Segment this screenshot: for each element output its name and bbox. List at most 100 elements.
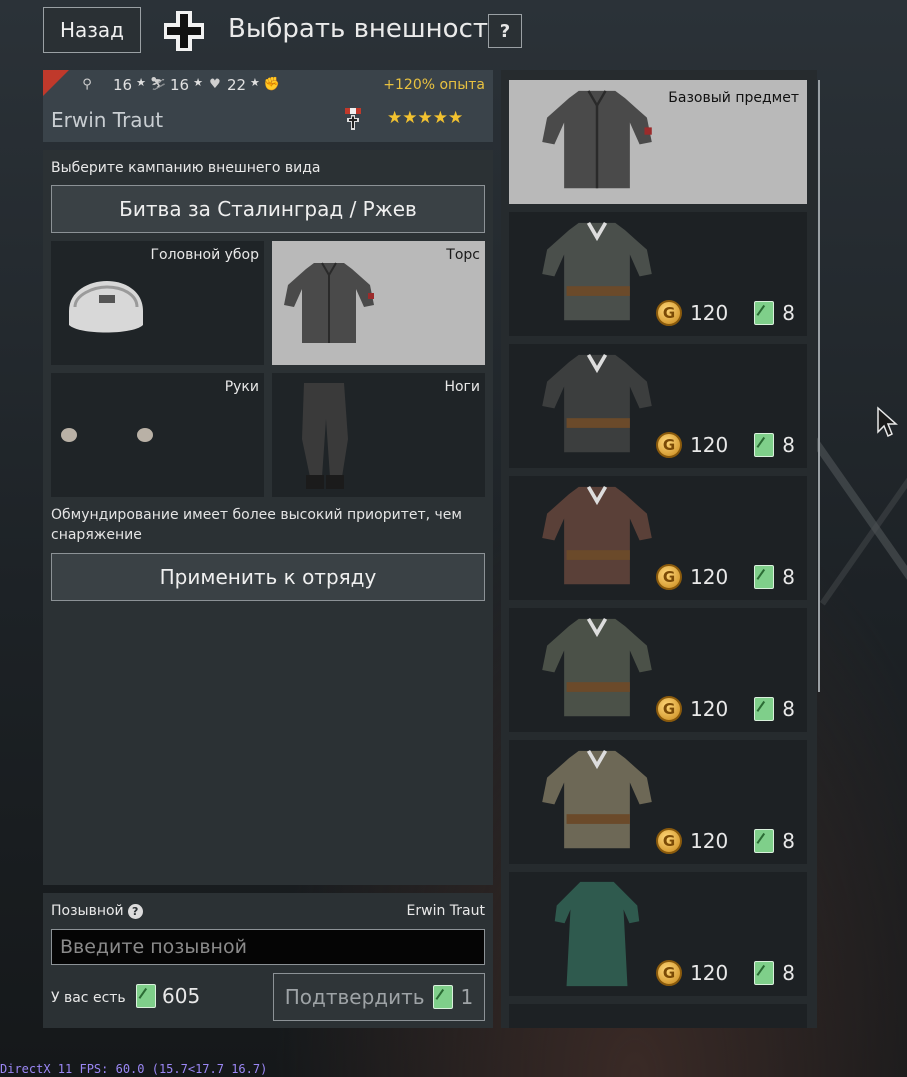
slot-label: Руки	[224, 379, 259, 395]
item-price: G 120 8	[656, 300, 795, 326]
list-item[interactable]: G 120 8	[509, 872, 807, 996]
soldier-header: ⚲ 16 ★ ⛷ 16 ★ ♥ 22 ★ ✊ +120% опыта Erwin Tr…	[43, 70, 493, 142]
gold-price: 120	[690, 697, 729, 721]
ticket-icon	[432, 985, 453, 1009]
ticket-icon	[754, 697, 775, 721]
confirm-button[interactable]: Подтвердить 1	[273, 973, 485, 1021]
ticket-price: 8	[782, 829, 795, 853]
appearance-section: Выберите кампанию внешнего вида Битва за…	[43, 150, 493, 885]
slot-label: Головной убор	[150, 247, 259, 263]
stat-value: 16	[113, 76, 133, 94]
grenade-icon: ⚲	[82, 77, 92, 92]
item-price: G 120 8	[656, 432, 795, 458]
item-price: G 120 8	[656, 828, 795, 854]
sprint-icon	[99, 77, 109, 93]
campaign-prompt: Выберите кампанию внешнего вида	[51, 160, 321, 176]
ticket-price: 8	[782, 961, 795, 985]
base-item[interactable]: Базовый предмет	[509, 80, 807, 204]
jacket-icon	[542, 90, 652, 189]
ticket-price: 8	[782, 565, 795, 589]
running-icon: ⛷	[149, 77, 167, 92]
slot-label: Ноги	[444, 379, 480, 395]
item-price: G 120 8	[656, 696, 795, 722]
slot-hands[interactable]: Руки	[51, 373, 264, 497]
campaign-selector-button[interactable]: Битва за Сталинград / Ржев	[51, 185, 485, 233]
gold-coin-icon: G	[656, 828, 683, 854]
gloves-icon	[61, 428, 153, 442]
ticket-price: 8	[782, 697, 795, 721]
gold-coin-icon: G	[656, 300, 683, 326]
ticket-icon	[754, 301, 775, 325]
callsign-section: Позывной? Erwin Traut У вас есть 605 Под…	[43, 893, 493, 1028]
ticket-icon	[754, 829, 775, 853]
appearance-item-list[interactable]: Базовый предмет G 120 8 G 120 8 G 120 8 …	[501, 70, 817, 1028]
confirm-label: Подтвердить	[284, 985, 425, 1009]
jacket-icon	[542, 353, 652, 453]
ticket-icon	[754, 433, 775, 457]
heart-icon: ♥	[209, 77, 221, 92]
slot-headgear[interactable]: Головной убор	[51, 241, 264, 365]
balance-value: 605	[162, 984, 201, 1008]
jacket-icon	[542, 617, 652, 717]
ticket-icon	[136, 984, 156, 1008]
gold-price: 120	[690, 565, 729, 589]
ticket-icon	[754, 961, 775, 985]
list-item[interactable]: G 120 8	[509, 344, 807, 468]
slot-legs[interactable]: Ноги	[272, 373, 485, 497]
gold-coin-icon: G	[656, 564, 683, 590]
stat-value: 16	[169, 76, 190, 94]
gold-price: 120	[690, 829, 729, 853]
jacket-icon	[542, 749, 652, 849]
list-item-partial[interactable]	[509, 1004, 807, 1028]
ticket-icon	[754, 565, 775, 589]
fps-counter: DirectX 11 FPS: 60.0 (15.7<17.7 16.7)	[0, 1062, 268, 1076]
jacket-icon	[542, 221, 652, 321]
callsign-label: Позывной?	[51, 903, 143, 919]
callsign-input[interactable]	[51, 929, 485, 965]
stat-value: 22	[226, 76, 247, 94]
callsign-current: Erwin Traut	[406, 903, 485, 919]
apply-to-squad-button[interactable]: Применить к отряду	[51, 553, 485, 601]
fist-icon: ✊	[263, 77, 281, 92]
confirm-cost: 1	[460, 985, 474, 1009]
ticket-price: 8	[782, 433, 795, 457]
back-button[interactable]: Назад	[43, 7, 141, 53]
priority-note: Обмундирование имеет более высокий приор…	[51, 507, 462, 543]
slot-torso[interactable]: Торс	[272, 241, 485, 365]
item-price: G 120 8	[656, 960, 795, 986]
slot-label: Торс	[446, 247, 480, 263]
list-item[interactable]: G 120 8	[509, 608, 807, 732]
balance-label: У вас есть	[51, 990, 126, 1006]
rating-stars: ★★★★★	[387, 108, 464, 128]
jacket-icon	[554, 881, 640, 987]
gold-price: 120	[690, 961, 729, 985]
balance-amount: 605	[136, 984, 200, 1008]
scrollbar[interactable]	[818, 80, 820, 692]
callsign-label-text: Позывной	[51, 903, 124, 919]
help-button[interactable]: ?	[488, 14, 522, 48]
item-price: G 120 8	[656, 564, 795, 590]
jacket-icon	[542, 485, 652, 585]
mouse-cursor-icon	[877, 406, 898, 438]
xp-bonus: +120% опыта	[383, 77, 485, 93]
iron-cross-medal-icon	[345, 108, 361, 130]
list-item[interactable]: G 120 8	[509, 212, 807, 336]
soldier-stats: ⚲ 16 ★ ⛷ 16 ★ ♥ 22 ★ ✊	[79, 76, 281, 95]
base-item-label: Базовый предмет	[668, 90, 799, 106]
gold-coin-icon: G	[656, 696, 683, 722]
gold-coin-icon: G	[656, 432, 683, 458]
soldier-name: Erwin Traut	[51, 108, 164, 132]
soldier-panel: ⚲ 16 ★ ⛷ 16 ★ ♥ 22 ★ ✊ +120% опыта Erwin Tr…	[43, 70, 493, 1028]
trousers-icon	[302, 383, 348, 489]
gold-coin-icon: G	[656, 960, 683, 986]
list-item[interactable]: G 120 8	[509, 476, 807, 600]
gold-price: 120	[690, 301, 729, 325]
ticket-price: 8	[782, 301, 795, 325]
jacket-icon	[284, 262, 374, 343]
list-item[interactable]: G 120 8	[509, 740, 807, 864]
callsign-help-icon[interactable]: ?	[127, 903, 143, 919]
balkenkreuz-icon	[164, 11, 204, 51]
page-title: Выбрать внешность	[228, 14, 504, 44]
gold-price: 120	[690, 433, 729, 457]
rank-badge-icon	[43, 70, 69, 96]
